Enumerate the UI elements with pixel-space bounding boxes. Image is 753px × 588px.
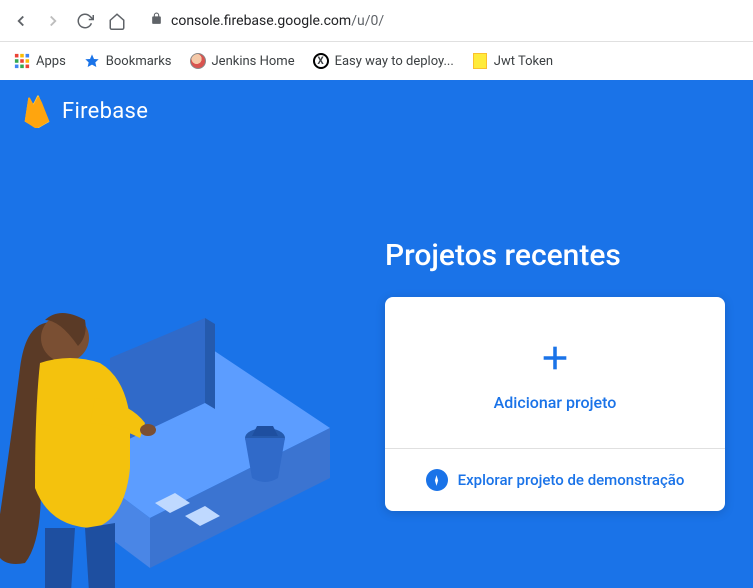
explore-demo-label: Explorar projeto de demonstração	[458, 471, 685, 489]
bookmark-label: Jenkins Home	[212, 54, 295, 69]
bookmark-label: Bookmarks	[106, 54, 172, 69]
bookmarks-bar: Apps Bookmarks Jenkins Home X Easy way t…	[0, 42, 753, 80]
star-icon	[84, 53, 100, 69]
address-bar[interactable]: console.firebase.google.com/u/0/	[138, 8, 743, 33]
lock-icon	[150, 12, 163, 29]
jenkins-icon	[190, 53, 206, 69]
browser-toolbar: console.firebase.google.com/u/0/	[0, 0, 753, 42]
plus-icon	[538, 341, 572, 379]
file-icon	[472, 53, 488, 69]
bookmark-apps[interactable]: Apps	[14, 53, 66, 69]
add-project-label: Adicionar projeto	[494, 393, 617, 412]
bookmark-label: Easy way to deploy...	[335, 54, 454, 69]
bookmark-jwt[interactable]: Jwt Token	[472, 53, 553, 69]
explore-demo-button[interactable]: Explorar projeto de demonstração	[385, 449, 725, 511]
bookmark-label: Jwt Token	[494, 54, 553, 69]
firebase-header: Firebase	[0, 80, 753, 142]
firebase-console: Firebase Projetos recentes	[0, 80, 753, 588]
back-button[interactable]	[10, 10, 32, 32]
url-text: console.firebase.google.com/u/0/	[171, 13, 384, 29]
firebase-wordmark: Firebase	[62, 99, 148, 124]
bookmark-bookmarks[interactable]: Bookmarks	[84, 53, 172, 69]
hero-illustration	[0, 228, 350, 588]
x-circle-icon: X	[313, 53, 329, 69]
reload-button[interactable]	[74, 10, 96, 32]
forward-button[interactable]	[42, 10, 64, 32]
apps-grid-icon	[14, 53, 30, 69]
compass-icon	[426, 469, 448, 491]
bookmark-label: Apps	[36, 54, 66, 69]
content-right: Projetos recentes Adicionar projeto Expl…	[385, 238, 725, 511]
home-button[interactable]	[106, 10, 128, 32]
firebase-logo-icon	[24, 94, 50, 128]
bookmark-easyway[interactable]: X Easy way to deploy...	[313, 53, 454, 69]
add-project-button[interactable]: Adicionar projeto	[385, 297, 725, 448]
bookmark-jenkins[interactable]: Jenkins Home	[190, 53, 295, 69]
section-title: Projetos recentes	[385, 238, 725, 273]
project-card: Adicionar projeto Explorar projeto de de…	[385, 297, 725, 511]
